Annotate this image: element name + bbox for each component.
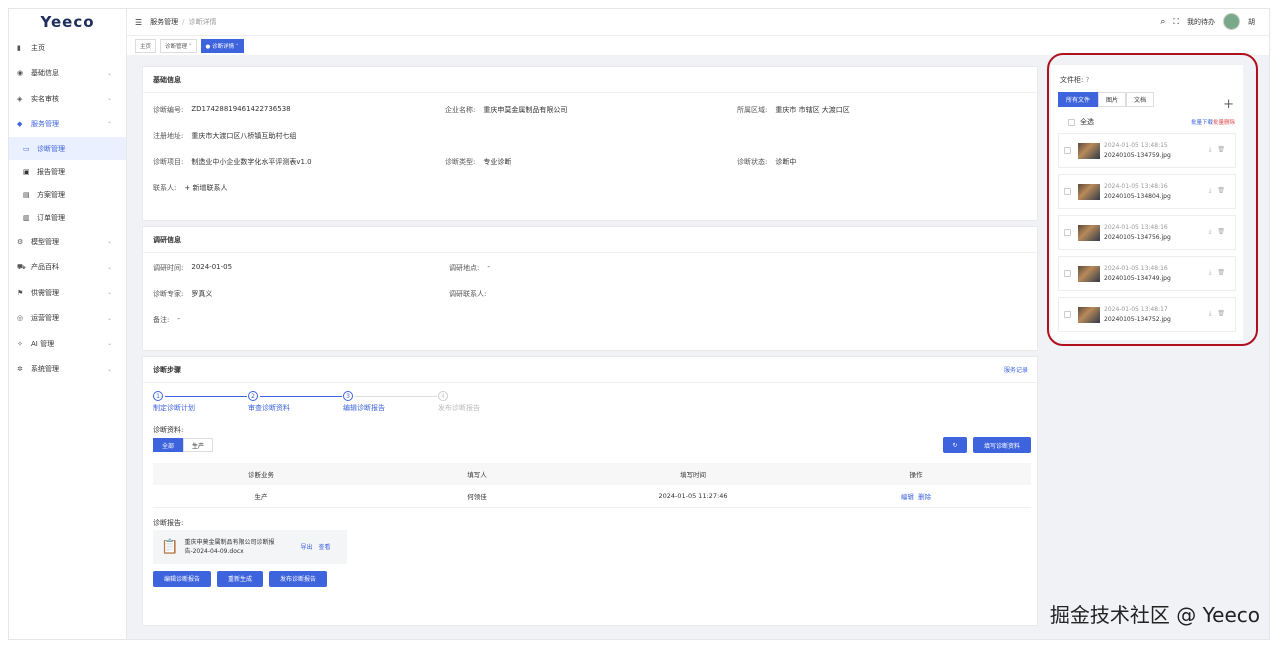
area: 重庆市 市辖区 大渡口区: [775, 106, 850, 114]
publish-report-button[interactable]: 发布诊断报告: [269, 570, 327, 587]
avatar[interactable]: [1223, 13, 1240, 30]
chevron-down-icon: ⌄: [106, 340, 112, 348]
delete-link[interactable]: 删除: [918, 493, 931, 501]
user-name[interactable]: 胡: [1248, 17, 1255, 27]
diagnosis-code: ZD17428819461422736538: [191, 105, 291, 113]
sidebar-sub-plan[interactable]: ▤ 方案管理: [9, 183, 126, 206]
sidebar-item-products[interactable]: ⛟ 产品百科 ⌄: [9, 255, 126, 281]
topbar-right: ⌕ ⛶ 我的待办 胡: [1160, 13, 1255, 30]
fill-materials-button[interactable]: 填写诊断资料: [973, 437, 1031, 453]
report-file: 📋 重庆申莫金属制品有限公司诊断报告-2024-04-09.docx 导出 查看: [153, 529, 347, 564]
sidebar-item-ai[interactable]: ✧ AI 管理 ⌄: [9, 331, 126, 357]
tag-home[interactable]: 主页: [135, 38, 157, 53]
service-record-link[interactable]: 服务记录: [1004, 365, 1028, 374]
filter-production[interactable]: 生产: [183, 438, 214, 452]
diag-type: 专业诊断: [483, 158, 512, 166]
sidebar-item-basic[interactable]: ◉ 基础信息 ⌄: [9, 61, 126, 87]
basic-info-title: 基础信息: [143, 67, 1037, 93]
chevron-down-icon: ⌄: [106, 95, 112, 103]
ops-icon: ◎: [17, 314, 24, 323]
sidebar-sub-diagnosis[interactable]: ▭ 诊断管理: [9, 137, 126, 160]
service-icon: ◆: [17, 120, 23, 129]
chevron-down-icon: ⌄: [106, 289, 112, 297]
main-content: 基础信息 诊断编号: ZD17428819461422736538 企业名称: 重庆…: [142, 66, 1038, 631]
logo: Yeeco: [40, 13, 95, 31]
chevron-down-icon: ⌄: [106, 365, 112, 373]
topbar: ☰ 服务管理 / 诊断详情 ⌕ ⛶ 我的待办 胡: [127, 9, 1269, 35]
chevron-down-icon: ⌄: [106, 69, 112, 77]
sidebar-item-system[interactable]: ✲ 系统管理 ⌄: [9, 357, 126, 383]
edit-link[interactable]: 编辑: [901, 493, 914, 501]
model-icon: ⚙: [17, 237, 24, 246]
step-3[interactable]: 3 编辑诊断报告: [343, 391, 385, 413]
sidebar: Yeeco ▮ 主页 ◉ 基础信息 ⌄ ◈ 实名审核 ⌄ ◆ 服务管理 ⌃ ▭ 诊断管理 ▣ 报告…: [9, 9, 127, 639]
watermark: 掘金技术社区 @ Yeeco: [1049, 603, 1260, 627]
status: 诊断中: [775, 158, 797, 166]
steps-card: 诊断步骤 服务记录 1 制定诊断计划 2 审查诊断资料 3 编辑诊断报告 4 发布诊断报告…: [142, 356, 1038, 626]
flag-icon: ⚑: [17, 288, 24, 297]
add-contact-link[interactable]: + 新增联系人: [184, 183, 227, 193]
sidebar-item-verify[interactable]: ◈ 实名审核 ⌄: [9, 86, 126, 112]
chevron-up-icon: ⌃: [106, 120, 112, 128]
tag-bar: 主页 诊断管理 ˅ ● 诊断详情 ˅: [127, 35, 1269, 55]
export-link[interactable]: 导出: [300, 542, 312, 551]
edit-report-button[interactable]: 编辑诊断报告: [153, 570, 211, 587]
sidebar-sub-report[interactable]: ▣ 报告管理: [9, 160, 126, 183]
refresh-button[interactable]: ↻: [943, 437, 967, 453]
ai-icon: ✧: [17, 339, 23, 348]
sidebar-item-supply[interactable]: ⚑ 供需管理 ⌄: [9, 280, 126, 306]
research-card: 调研信息 调研时间: 2024-01-05 调研地点: - 诊断专家: 罗真义 调研联…: [142, 226, 1038, 351]
breadcrumb-service[interactable]: 服务管理: [150, 17, 178, 27]
menu-toggle-icon[interactable]: ☰: [135, 18, 142, 27]
chart-icon: ▮: [17, 43, 21, 52]
view-link[interactable]: 查看: [318, 542, 330, 551]
list-icon: ▭: [23, 144, 30, 153]
step-1[interactable]: 1 制定诊断计划: [153, 391, 195, 413]
enterprise-name: 重庆申莫金属制品有限公司: [483, 106, 568, 114]
clipboard-check-icon: 📋: [161, 538, 179, 555]
chevron-down-icon: ⌄: [106, 238, 112, 246]
project: 制造业中小企业数字化水平评测表v1.0: [191, 158, 312, 166]
breadcrumb-current: 诊断详情: [188, 18, 217, 26]
gear-icon: ✲: [17, 365, 23, 374]
doc-icon: ▤: [23, 190, 30, 199]
sidebar-item-ops[interactable]: ◎ 运营管理 ⌄: [9, 306, 126, 332]
sidebar-sub-order[interactable]: ▥ 订单管理: [9, 206, 126, 229]
stepper: 1 制定诊断计划 2 审查诊断资料 3 编辑诊断报告 4 发布诊断报告: [153, 391, 1037, 425]
material-filter: 全部 生产: [153, 438, 214, 452]
report-filename: 重庆申莫金属制品有限公司诊断报告-2024-04-09.docx: [184, 538, 275, 555]
search-icon[interactable]: ⌕: [1160, 17, 1165, 27]
regenerate-button[interactable]: 重新生成: [217, 570, 263, 587]
filter-all[interactable]: 全部: [153, 438, 184, 452]
steps-title: 诊断步骤: [153, 365, 181, 374]
order-icon: ▥: [23, 213, 30, 222]
fullscreen-icon[interactable]: ⛶: [1173, 17, 1179, 27]
report-icon: ▣: [23, 167, 30, 176]
verify-icon: ◈: [17, 94, 23, 103]
materials-table: 诊断业务 填写人 填写时间 操作 生产 何领佳 2024-01-05 11:27…: [153, 463, 1031, 508]
globe-icon: ◉: [17, 69, 24, 78]
todo-link[interactable]: 我的待办: [1187, 17, 1215, 27]
research-title: 调研信息: [143, 227, 1037, 253]
address: 重庆市大渡口区八桥镇互助村七组: [191, 132, 297, 140]
table-row: 生产 何领佳 2024-01-05 11:27:46 编辑 删除: [153, 485, 1031, 508]
sidebar-item-model[interactable]: ⚙ 模型管理 ⌄: [9, 229, 126, 255]
step-4: 4 发布诊断报告: [438, 391, 480, 412]
tag-detail[interactable]: ● 诊断详情 ˅: [200, 38, 244, 53]
sidebar-item-home[interactable]: ▮ 主页: [9, 35, 126, 61]
step-2[interactable]: 2 审查诊断资料: [248, 391, 290, 413]
highlight-box: [1047, 53, 1258, 346]
sidebar-item-service[interactable]: ◆ 服务管理 ⌃: [9, 112, 126, 138]
chevron-down-icon: ⌄: [106, 314, 112, 322]
basic-info-card: 基础信息 诊断编号: ZD17428819461422736538 企业名称: 重庆…: [142, 66, 1038, 221]
chevron-down-icon: ⌄: [106, 263, 112, 271]
tag-diagnosis[interactable]: 诊断管理 ˅: [160, 38, 197, 53]
cart-icon: ⛟: [17, 262, 26, 271]
